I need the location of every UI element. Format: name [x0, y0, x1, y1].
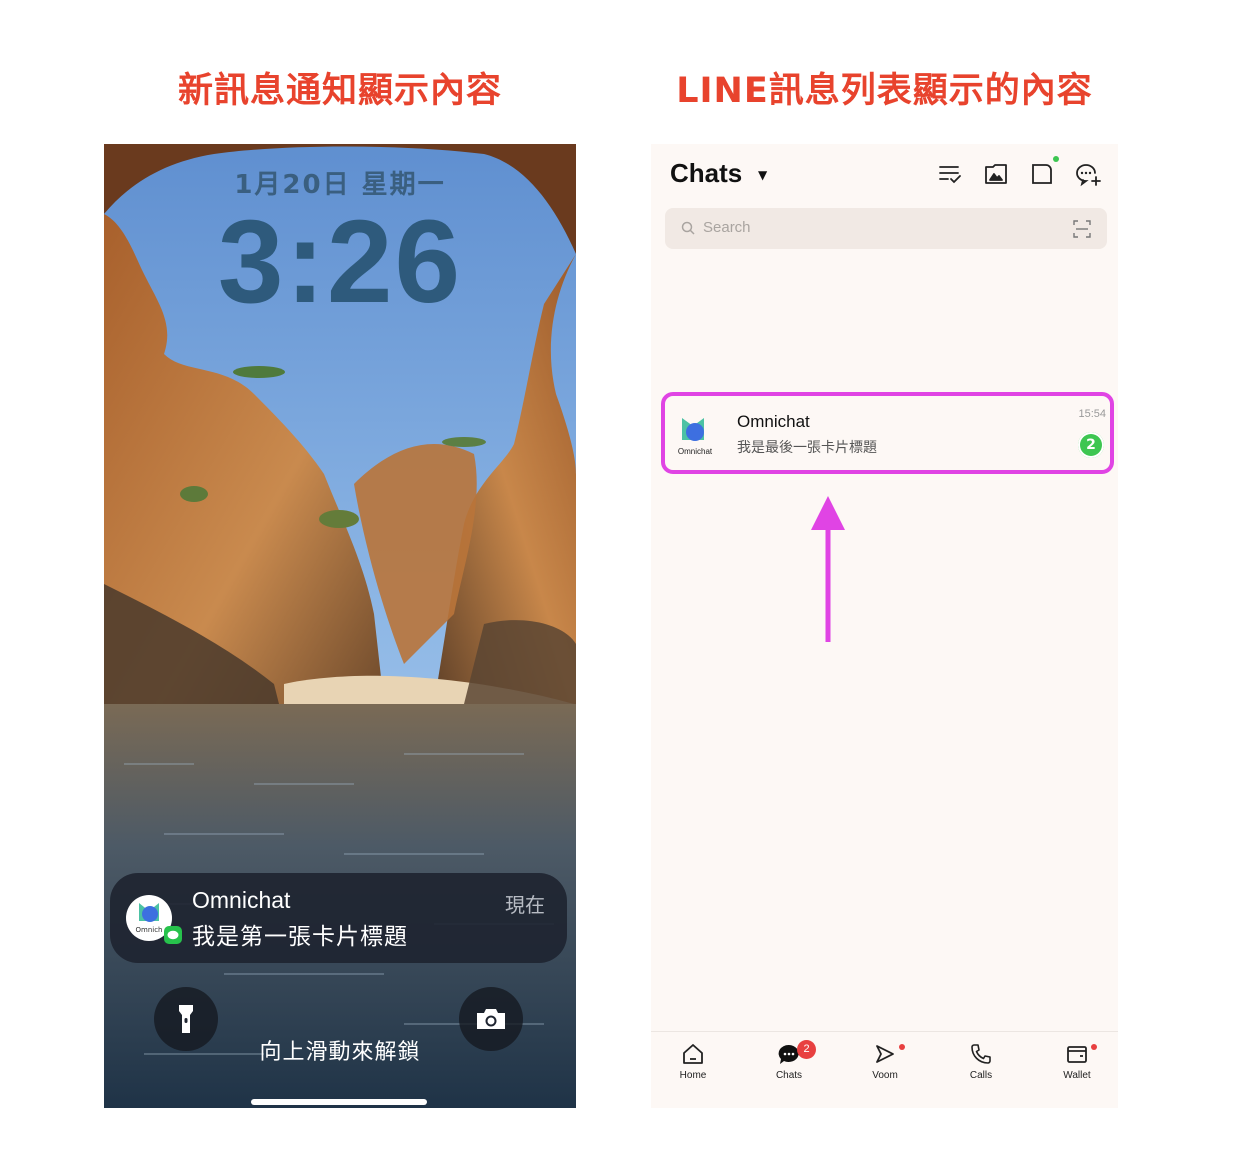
nav-voom[interactable]: Voom [855, 1042, 915, 1081]
flashlight-icon [179, 1005, 193, 1033]
new-chat-icon[interactable] [1075, 161, 1101, 187]
wallet-dot [1091, 1044, 1097, 1050]
nav-label-calls: Calls [969, 1070, 993, 1081]
home-indicator[interactable] [251, 1099, 427, 1105]
nav-label-voom: Voom [872, 1070, 898, 1081]
nav-calls[interactable]: Calls [951, 1042, 1011, 1081]
notification-card[interactable]: Omnich Omnichat 我是第一張卡片標題 現在 [110, 873, 567, 963]
chat-name: Omnichat [737, 412, 810, 431]
search-placeholder: Search [703, 219, 751, 236]
chat-time: 15:54 [1078, 408, 1106, 420]
album-icon[interactable] [983, 161, 1009, 187]
search-input[interactable]: Search [665, 208, 1107, 249]
notification-app-name: Omnichat [192, 887, 291, 913]
omnichat-logo-icon: Omnich [126, 895, 182, 944]
edit-list-icon[interactable] [937, 161, 963, 187]
camera-icon [477, 1009, 505, 1029]
bottom-nav: Home 2 Chats Voom Calls Wallet [651, 1031, 1118, 1108]
right-caption: LINE訊息列表顯示的內容 [676, 71, 1093, 111]
voom-dot [899, 1044, 905, 1050]
unread-badge: 2 [1078, 432, 1104, 458]
chat-list-item[interactable]: Omnichat Omnichat 我是最後一張卡片標題 15:54 2 [661, 392, 1114, 474]
lock-time: 3:26 [217, 196, 463, 328]
chats-unread-badge: 2 [797, 1040, 816, 1059]
avatar-caption: Omnichat [677, 447, 713, 456]
phone-icon [971, 1044, 991, 1064]
nav-label-home: Home [679, 1070, 707, 1081]
nav-label-wallet: Wallet [1063, 1070, 1091, 1081]
omnichat-logo-icon [682, 418, 704, 441]
line-chats-screen: Chats ▼ Search Omnichat Omnichat 我是最後一張卡… [651, 144, 1118, 1108]
up-arrow-icon [811, 496, 845, 642]
nav-label-chats: Chats [775, 1070, 803, 1081]
home-icon [683, 1044, 703, 1064]
chevron-down-icon[interactable]: ▼ [758, 168, 767, 182]
qr-scan-icon[interactable] [1073, 220, 1091, 238]
notes-icon[interactable] [1029, 161, 1055, 187]
unlock-hint: 向上滑動來解鎖 [259, 1040, 421, 1065]
notes-indicator-dot [1053, 156, 1059, 162]
nav-chats[interactable]: 2 Chats [759, 1040, 819, 1081]
avatar: Omnichat [673, 414, 717, 458]
nav-wallet[interactable]: Wallet [1047, 1042, 1107, 1081]
notification-message: 我是第一張卡片標題 [192, 924, 408, 950]
page-title[interactable]: Chats [670, 158, 742, 189]
nav-home[interactable]: Home [663, 1042, 723, 1081]
lock-screen: 1月20日 星期一 3:26 Omnich Omnichat 我是第一張卡片標題… [104, 144, 576, 1108]
left-caption: 新訊息通知顯示內容 [177, 71, 502, 111]
notification-time: 現在 [505, 893, 545, 917]
chat-preview: 我是最後一張卡片標題 [737, 440, 877, 456]
voom-icon [876, 1045, 894, 1063]
search-icon [681, 221, 695, 235]
wallet-icon [1067, 1046, 1087, 1063]
line-app-icon [164, 926, 182, 944]
